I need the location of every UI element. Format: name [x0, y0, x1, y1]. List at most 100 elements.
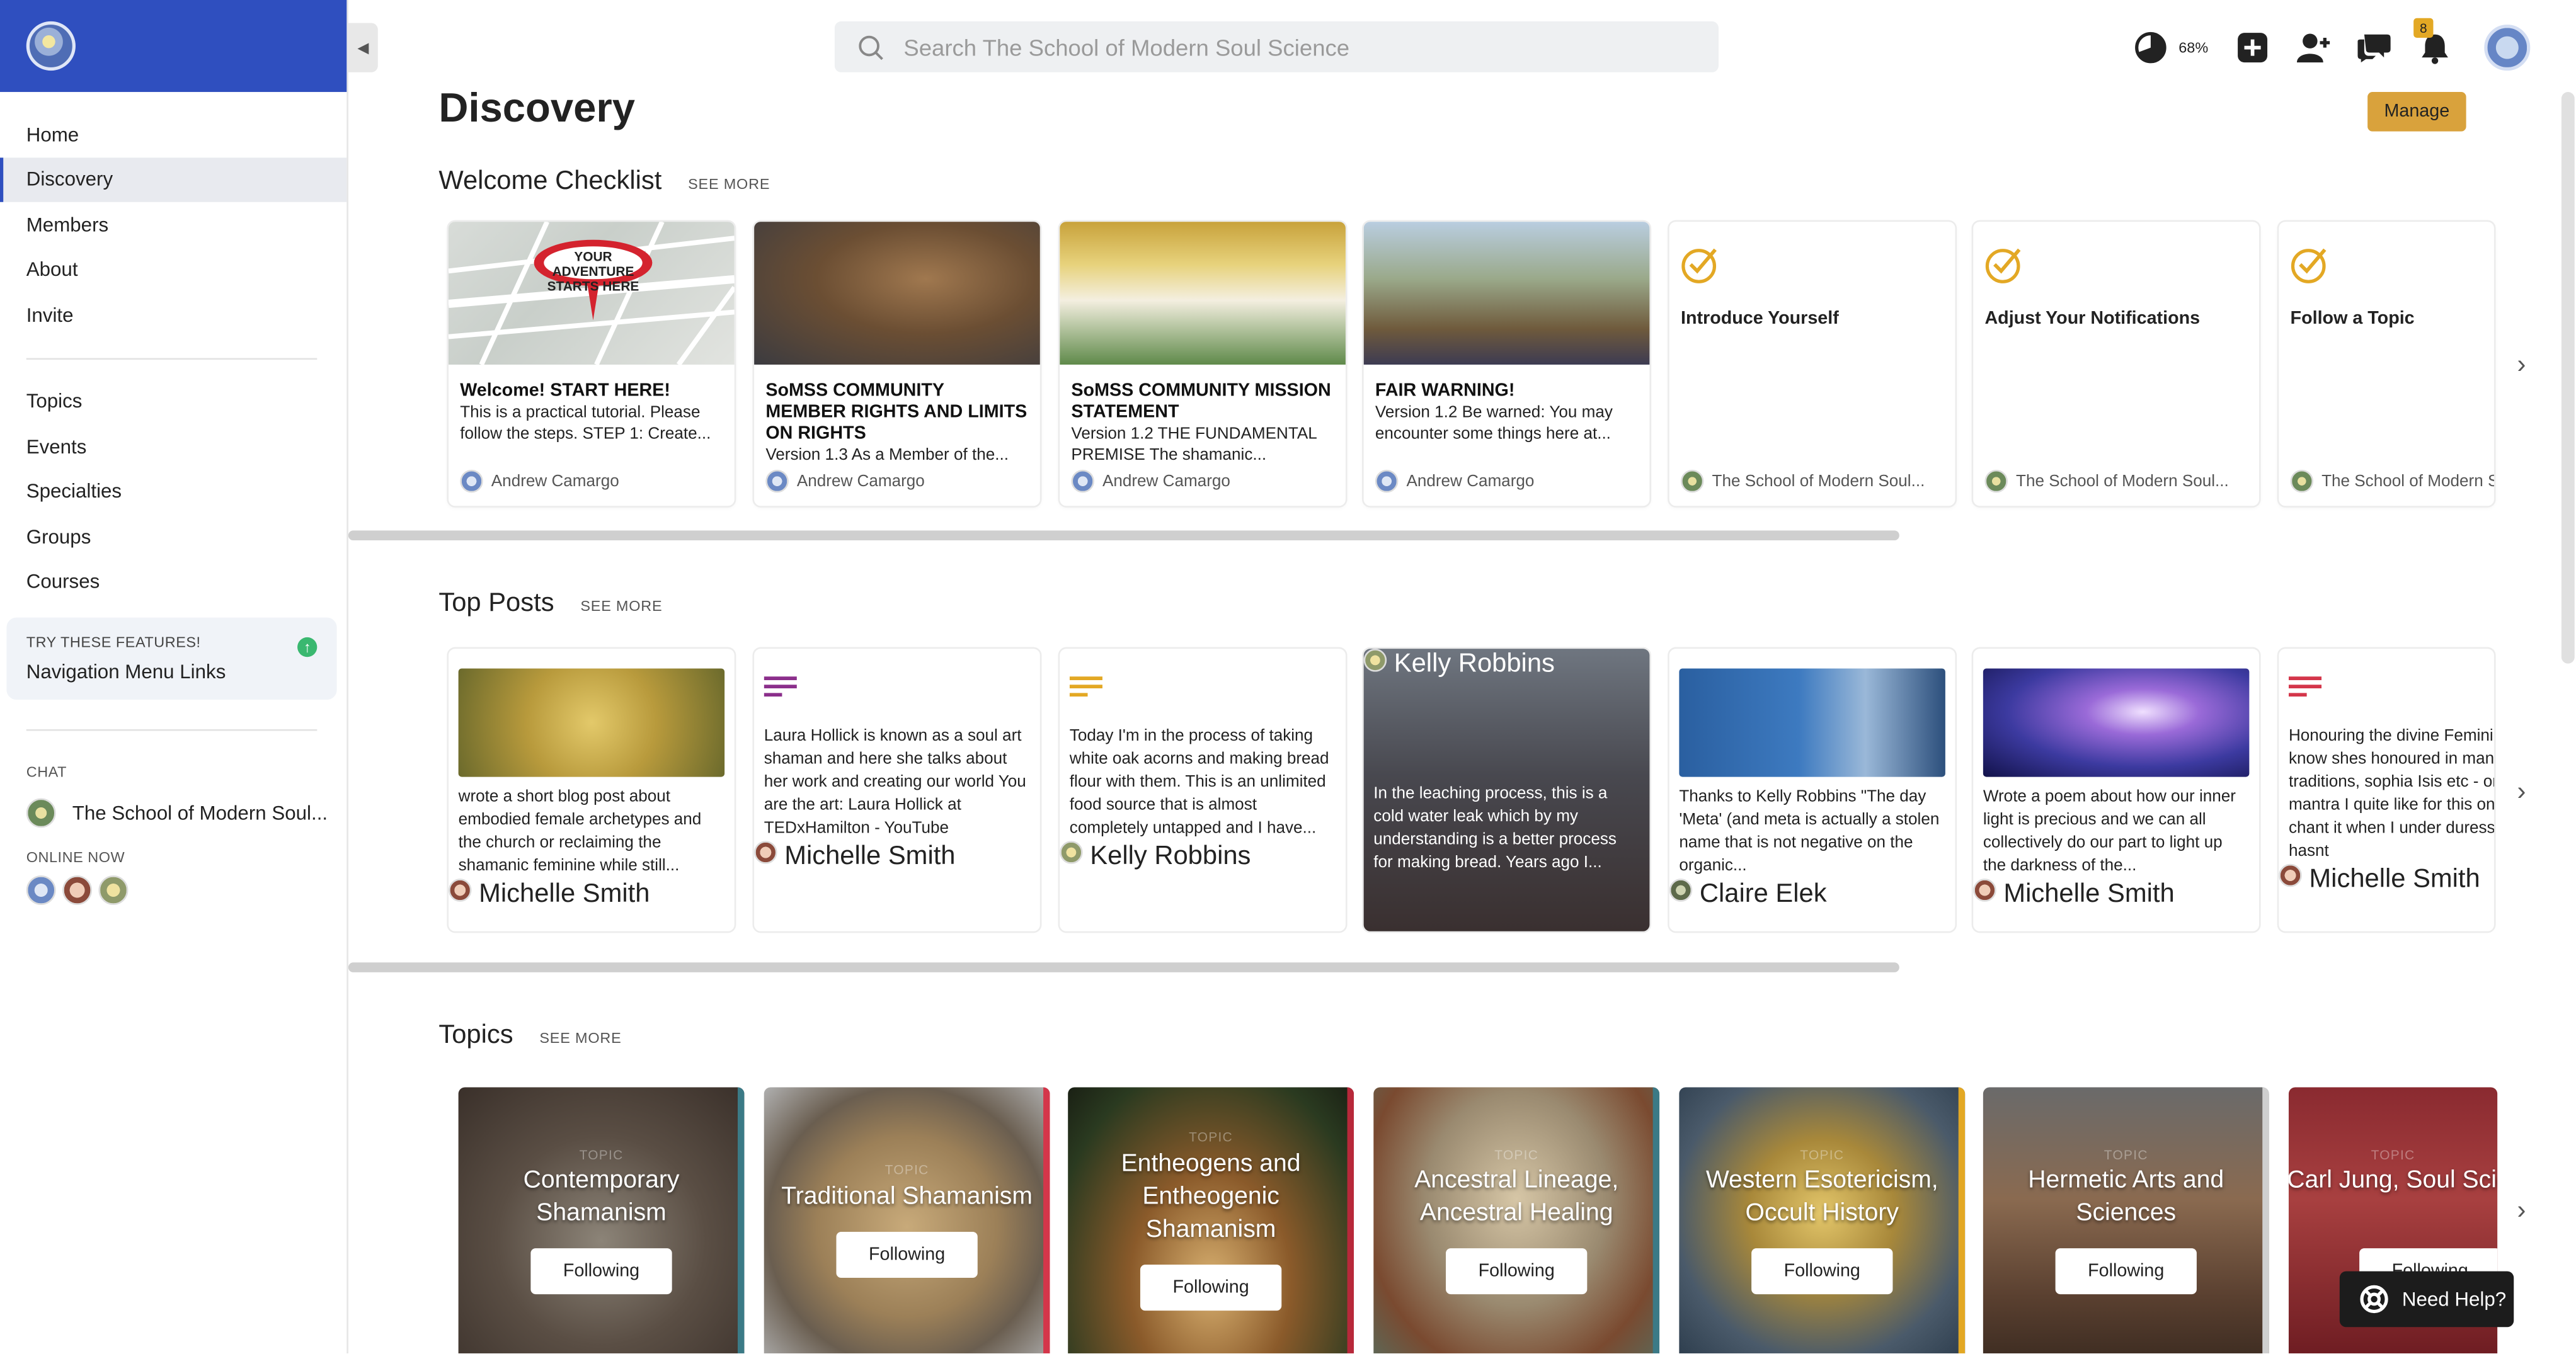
section-title: Welcome Checklist: [438, 168, 662, 196]
avatar: [754, 841, 777, 864]
following-button[interactable]: Following: [1140, 1265, 1282, 1311]
post-author: Kelly Robbins: [1363, 649, 1650, 680]
chat-avatar: [26, 798, 56, 828]
topic-name: Traditional Shamanism: [781, 1182, 1033, 1211]
post-author: Michelle Smith: [448, 879, 735, 910]
add-member-icon[interactable]: [2295, 30, 2331, 65]
chat-item[interactable]: The School of Modern Soul...: [0, 794, 346, 833]
avatar: [2290, 469, 2314, 493]
topic-label: TOPIC: [1189, 1130, 1234, 1145]
create-post-icon[interactable]: [2235, 30, 2270, 65]
sidebar-item-discovery[interactable]: Discovery: [0, 157, 347, 202]
horizontal-scrollbar[interactable]: [348, 962, 1899, 972]
checklist-task-card[interactable]: Follow a Topic The School of Modern Soul…: [2279, 222, 2494, 506]
post-excerpt: wrote a short blog post about embodied f…: [458, 788, 702, 876]
chevron-right-icon[interactable]: ›: [2517, 778, 2526, 808]
checklist-card[interactable]: SoMSS COMMUNITY MISSION STATEMENT Versio…: [1060, 222, 1346, 506]
checklist-task-card[interactable]: Introduce Yourself The School of Modern …: [1669, 222, 1955, 506]
card-author: The School of Modern Soul...: [1680, 469, 1925, 493]
post-card[interactable]: In the leaching process, this is a cold …: [1363, 649, 1650, 931]
card-image-mandala: [1060, 222, 1346, 365]
topic-card[interactable]: TOPIC Contemporary Shamanism Following: [458, 1087, 745, 1353]
post-card[interactable]: Thanks to Kelly Robbins "The day 'Meta' …: [1669, 649, 1955, 931]
notification-count-badge: 8: [2413, 18, 2434, 38]
sidebar-item-groups[interactable]: Groups: [0, 514, 346, 559]
card-author: The School of Modern Soul...: [2290, 469, 2494, 493]
topic-name: Contemporary Shamanism: [523, 1166, 680, 1227]
card-title: Introduce Yourself: [1680, 309, 1839, 329]
notifications-bell-icon[interactable]: 8: [2413, 18, 2453, 65]
sidebar-divider: [26, 357, 318, 359]
online-now-label: ONLINE NOW: [26, 849, 125, 866]
topic-card[interactable]: TOPIC Traditional Shamanism Following: [764, 1087, 1050, 1353]
following-button[interactable]: Following: [2055, 1248, 2197, 1295]
topic-label: TOPIC: [1800, 1147, 1845, 1163]
checklist-card[interactable]: FAIR WARNING! Version 1.2 Be warned: You…: [1363, 222, 1650, 506]
topic-card[interactable]: TOPIC Entheogens and Entheogenic Shamani…: [1068, 1087, 1354, 1353]
author-name: Michelle Smith: [479, 880, 650, 909]
post-card[interactable]: Today I'm in the process of taking white…: [1060, 649, 1346, 931]
user-avatar[interactable]: [2484, 25, 2531, 71]
card-title: FAIR WARNING!: [1375, 381, 1515, 401]
navigation-menu-links-link[interactable]: Navigation Menu Links: [26, 660, 318, 683]
sidebar-divider-2: [26, 729, 318, 731]
search-bar[interactable]: [834, 21, 1719, 72]
post-excerpt: Wrote a poem about how our inner light i…: [1983, 788, 2236, 876]
topic-label: TOPIC: [884, 1163, 929, 1178]
chat-messages-icon[interactable]: [2356, 30, 2392, 65]
topic-card[interactable]: TOPIC Hermetic Arts and Sciences Followi…: [1983, 1087, 2269, 1353]
card-author: Andrew Camargo: [1071, 469, 1230, 493]
progress-icon[interactable]: [2132, 30, 2168, 65]
sidebar-item-courses[interactable]: Courses: [0, 559, 346, 605]
sidebar-collapse-button[interactable]: ◀: [348, 23, 378, 72]
following-button[interactable]: Following: [1446, 1248, 1588, 1295]
vertical-scrollbar[interactable]: [2561, 92, 2575, 664]
horizontal-scrollbar[interactable]: [348, 530, 1899, 541]
author-name: Andrew Camargo: [491, 472, 619, 491]
text-post-icon: [1069, 676, 1102, 697]
see-more-link[interactable]: SEE MORE: [580, 598, 662, 614]
following-button[interactable]: Following: [530, 1248, 672, 1295]
topic-card[interactable]: TOPIC Western Esotericism, Occult Histor…: [1679, 1087, 1966, 1353]
search-input[interactable]: [903, 33, 1693, 60]
manage-button[interactable]: Manage: [2367, 92, 2466, 132]
post-card[interactable]: wrote a short blog post about embodied f…: [448, 649, 735, 931]
community-logo[interactable]: [26, 21, 76, 71]
sidebar-item-events[interactable]: Events: [0, 424, 346, 469]
see-more-link[interactable]: SEE MORE: [539, 1030, 621, 1046]
topic-card[interactable]: TOPIC Ancestral Lineage, Ancestral Heali…: [1373, 1087, 1660, 1353]
sidebar-item-specialties[interactable]: Specialties: [0, 469, 346, 515]
author-name: The School of Modern Soul...: [2321, 472, 2494, 491]
sidebar-item-invite[interactable]: Invite: [0, 292, 346, 338]
following-button[interactable]: Following: [1751, 1248, 1893, 1295]
post-author: Michelle Smith: [2279, 863, 2494, 896]
see-more-link[interactable]: SEE MORE: [688, 176, 770, 192]
post-card[interactable]: Honouring the divine Feminine I know she…: [2279, 649, 2494, 931]
post-card[interactable]: Wrote a poem about how our inner light i…: [1973, 649, 2259, 931]
need-help-button[interactable]: Need Help?: [2339, 1271, 2514, 1328]
checklist-task-card[interactable]: Adjust Your Notifications The School of …: [1973, 222, 2259, 506]
avatar[interactable]: [26, 875, 56, 906]
chevron-right-icon[interactable]: ›: [2517, 351, 2526, 381]
post-image: [1679, 668, 1945, 777]
checklist-card[interactable]: SoMSS COMMUNITY MEMBER RIGHTS AND LIMITS…: [754, 222, 1040, 506]
avatar[interactable]: [98, 875, 129, 906]
avatar: [1680, 469, 1704, 493]
card-image-banner: YOUR ADVENTURE STARTS HERE: [547, 249, 639, 294]
post-card[interactable]: Laura Hollick is known as a soul art sha…: [754, 649, 1040, 931]
need-help-label: Need Help?: [2401, 1287, 2507, 1311]
chat-label: CHAT: [26, 763, 67, 780]
progress-percentage: 68%: [2178, 39, 2209, 56]
sidebar-item-topics[interactable]: Topics: [0, 378, 346, 424]
sidebar-item-home[interactable]: Home: [0, 111, 346, 157]
post-author: Michelle Smith: [754, 841, 1040, 872]
sidebar-item-about[interactable]: About: [0, 247, 346, 293]
avatar[interactable]: [62, 875, 93, 906]
arrow-up-icon[interactable]: ↑: [297, 637, 318, 657]
checklist-card[interactable]: YOUR ADVENTURE STARTS HERE Welcome! STAR…: [448, 222, 735, 506]
following-button[interactable]: Following: [836, 1232, 978, 1278]
chevron-right-icon[interactable]: ›: [2517, 1197, 2526, 1227]
sidebar-item-members[interactable]: Members: [0, 202, 346, 247]
card-author: Andrew Camargo: [1375, 469, 1534, 493]
avatar: [765, 469, 789, 493]
